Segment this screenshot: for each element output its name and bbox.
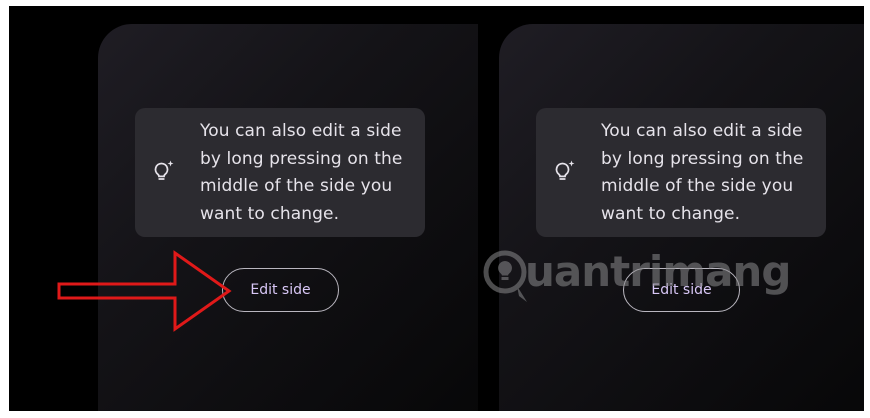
- watermark-text: uantrimang: [525, 247, 791, 296]
- watermark-logo-icon: [483, 250, 527, 302]
- red-arrow-annotation: [57, 250, 232, 332]
- tip-text: You can also edit a side by long pressin…: [200, 121, 403, 224]
- phone-screen-left: You can also edit a side by long pressin…: [98, 24, 478, 411]
- tip-card: You can also edit a side by long pressin…: [135, 108, 425, 237]
- screenshot-frame: You can also edit a side by long pressin…: [9, 6, 864, 411]
- lightbulb-sparkle-icon: [555, 160, 575, 180]
- phone-screen-right: You can also edit a side by long pressin…: [499, 24, 864, 411]
- tip-text: You can also edit a side by long pressin…: [601, 121, 804, 224]
- tip-card: You can also edit a side by long pressin…: [536, 108, 826, 237]
- edit-side-button[interactable]: Edit side: [222, 268, 339, 312]
- lightbulb-sparkle-icon: [154, 160, 174, 180]
